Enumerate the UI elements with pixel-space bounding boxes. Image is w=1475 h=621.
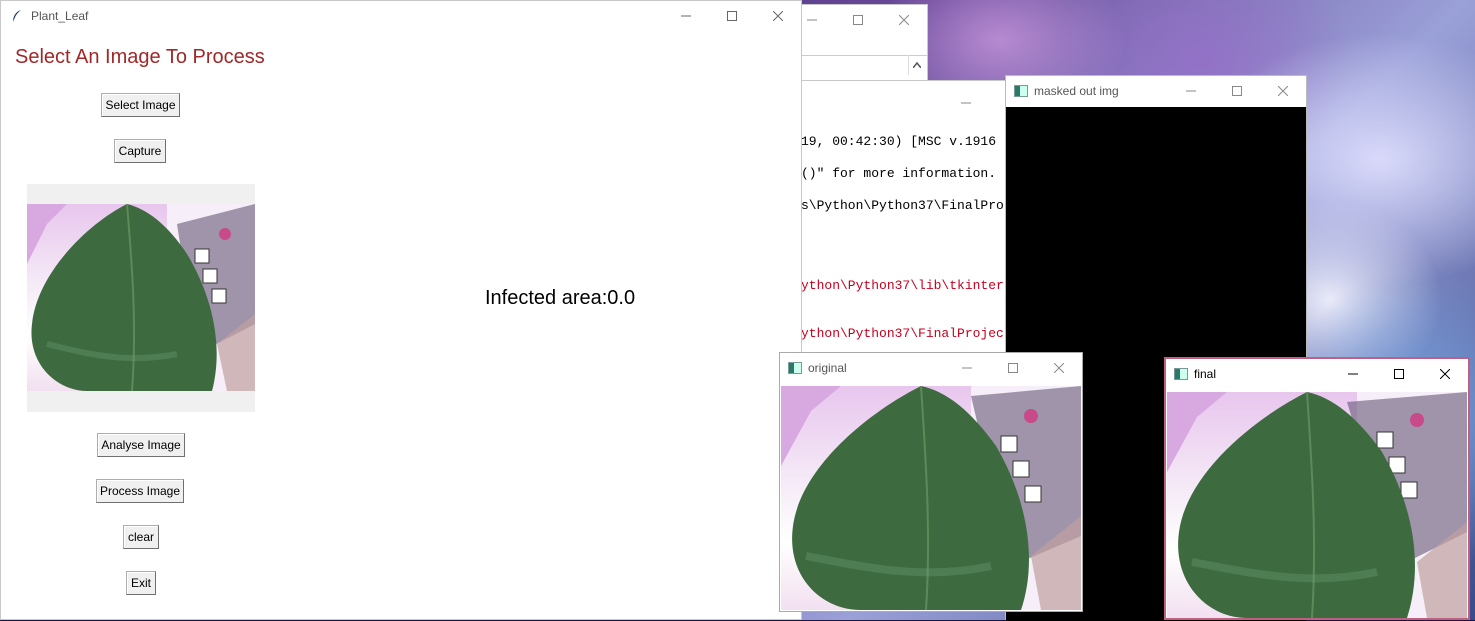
scroll-up-button[interactable] — [908, 55, 925, 75]
image-preview-panel — [27, 184, 255, 412]
maximize-button[interactable] — [1214, 76, 1260, 106]
image-window-icon — [1014, 85, 1028, 97]
window-controls — [789, 5, 927, 35]
window-controls — [1168, 76, 1306, 106]
image-window-icon — [788, 362, 802, 374]
minimize-button[interactable] — [1168, 76, 1214, 106]
window-controls — [944, 353, 1082, 383]
infected-area-label: Infected area:0.0 — [485, 287, 636, 309]
process-image-button[interactable]: Process Image — [96, 479, 184, 503]
minimize-icon — [1348, 373, 1358, 375]
window-title: Plant_Leaf — [31, 9, 89, 23]
minimize-button[interactable] — [663, 1, 709, 31]
maximize-icon — [1394, 369, 1404, 379]
close-icon — [773, 11, 783, 21]
window-titlebar[interactable]: original — [780, 353, 1082, 383]
close-icon — [1278, 86, 1288, 96]
maximize-button[interactable] — [709, 1, 755, 31]
image-window-icon — [1174, 368, 1188, 380]
minimize-icon — [961, 102, 971, 104]
page-title: Select An Image To Process — [15, 46, 265, 68]
feather-icon — [9, 8, 25, 24]
maximize-button[interactable] — [990, 353, 1036, 383]
window-titlebar[interactable]: masked out img — [1006, 76, 1306, 106]
original-image — [781, 386, 1081, 610]
original-image-window[interactable]: original — [779, 352, 1083, 612]
window-controls — [663, 1, 801, 31]
console-line: s\Python\Python37\FinalPro — [801, 198, 1004, 213]
exit-button[interactable]: Exit — [126, 571, 156, 595]
window-titlebar[interactable]: Plant_Leaf — [1, 1, 801, 31]
console-error-line: ython\Python37\FinalProjec — [801, 326, 1004, 341]
close-icon — [899, 15, 909, 25]
close-button[interactable] — [1260, 76, 1306, 106]
window-title: original — [808, 361, 847, 375]
maximize-button[interactable] — [1376, 359, 1422, 389]
console-line: 19, 00:42:30) [MSC v.1916 — [801, 134, 997, 149]
minimize-icon — [681, 15, 691, 17]
close-icon — [1054, 363, 1064, 373]
close-button[interactable] — [1036, 353, 1082, 383]
maximize-icon — [727, 11, 737, 21]
close-icon — [1440, 369, 1450, 379]
leaf-image — [27, 204, 255, 391]
maximize-icon — [1008, 363, 1018, 373]
python-shell-window[interactable]: 19, 00:42:30) [MSC v.1916 ()" for more i… — [800, 80, 1010, 380]
minimize-button[interactable] — [944, 353, 990, 383]
chevron-up-icon — [913, 62, 921, 68]
maximize-icon — [853, 15, 863, 25]
clear-button[interactable]: clear — [123, 525, 159, 549]
minimize-button[interactable] — [961, 95, 971, 113]
minimize-icon — [962, 367, 972, 369]
minimize-icon — [807, 19, 817, 21]
close-button[interactable] — [755, 1, 801, 31]
window-controls — [1330, 359, 1468, 389]
capture-button[interactable]: Capture — [114, 139, 166, 163]
close-button[interactable] — [881, 5, 927, 35]
maximize-icon — [1232, 86, 1242, 96]
select-image-button[interactable]: Select Image — [101, 93, 180, 117]
console-error-line: ython\Python37\lib\tkinter — [801, 278, 1004, 293]
final-image-window[interactable]: final — [1164, 357, 1470, 620]
close-button[interactable] — [1422, 359, 1468, 389]
console-line: ()" for more information. — [801, 166, 997, 181]
window-title: final — [1194, 367, 1217, 381]
window-title: masked out img — [1034, 84, 1119, 98]
minimize-icon — [1186, 90, 1196, 92]
analyse-image-button[interactable]: Analyse Image — [97, 433, 185, 457]
window-titlebar[interactable]: final — [1166, 359, 1468, 389]
final-image — [1167, 392, 1467, 618]
plant-leaf-window[interactable]: Plant_Leaf Select An Image To Process Se… — [0, 0, 802, 620]
maximize-button[interactable] — [835, 5, 881, 35]
minimize-button[interactable] — [1330, 359, 1376, 389]
